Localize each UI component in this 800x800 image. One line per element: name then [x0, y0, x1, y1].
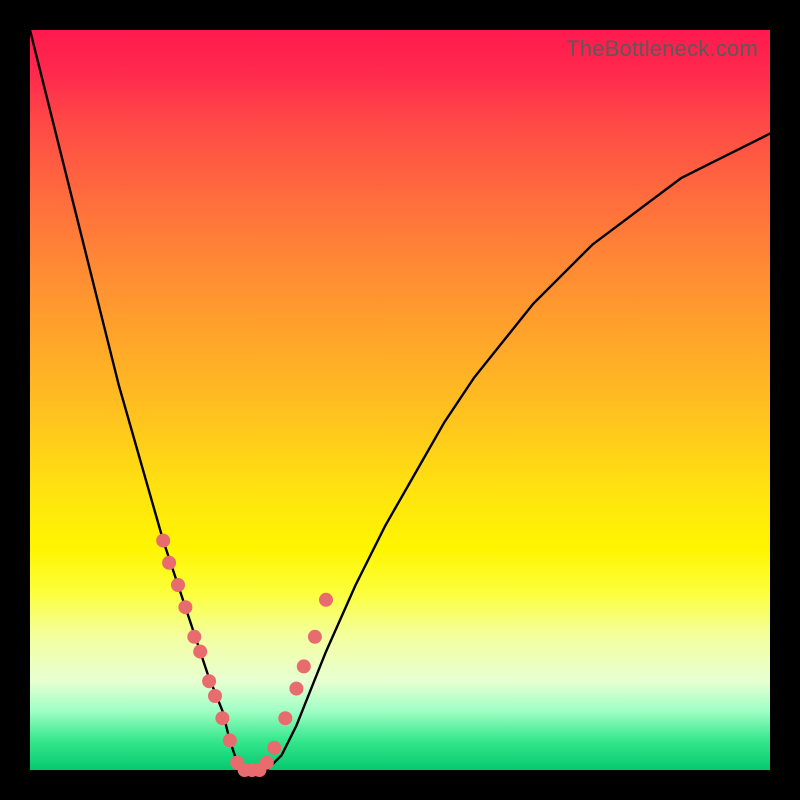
sample-point: [215, 711, 229, 725]
sample-point: [178, 600, 192, 614]
sample-point: [267, 741, 281, 755]
sample-points-group: [156, 534, 333, 777]
sample-point: [319, 593, 333, 607]
sample-point: [187, 630, 201, 644]
sample-point: [156, 534, 170, 548]
sample-point: [202, 674, 216, 688]
plot-area: TheBottleneck.com: [30, 30, 770, 770]
sample-point: [308, 630, 322, 644]
chart-frame: { "watermark": "TheBottleneck.com", "cha…: [0, 0, 800, 800]
sample-point: [162, 556, 176, 570]
sample-point: [223, 733, 237, 747]
sample-point: [289, 682, 303, 696]
sample-point: [208, 689, 222, 703]
sample-point: [171, 578, 185, 592]
sample-point: [278, 711, 292, 725]
sample-point: [193, 645, 207, 659]
sample-point: [297, 659, 311, 673]
sample-point: [260, 756, 274, 770]
bottleneck-curve-line: [30, 30, 770, 770]
bottleneck-chart: [30, 30, 770, 770]
